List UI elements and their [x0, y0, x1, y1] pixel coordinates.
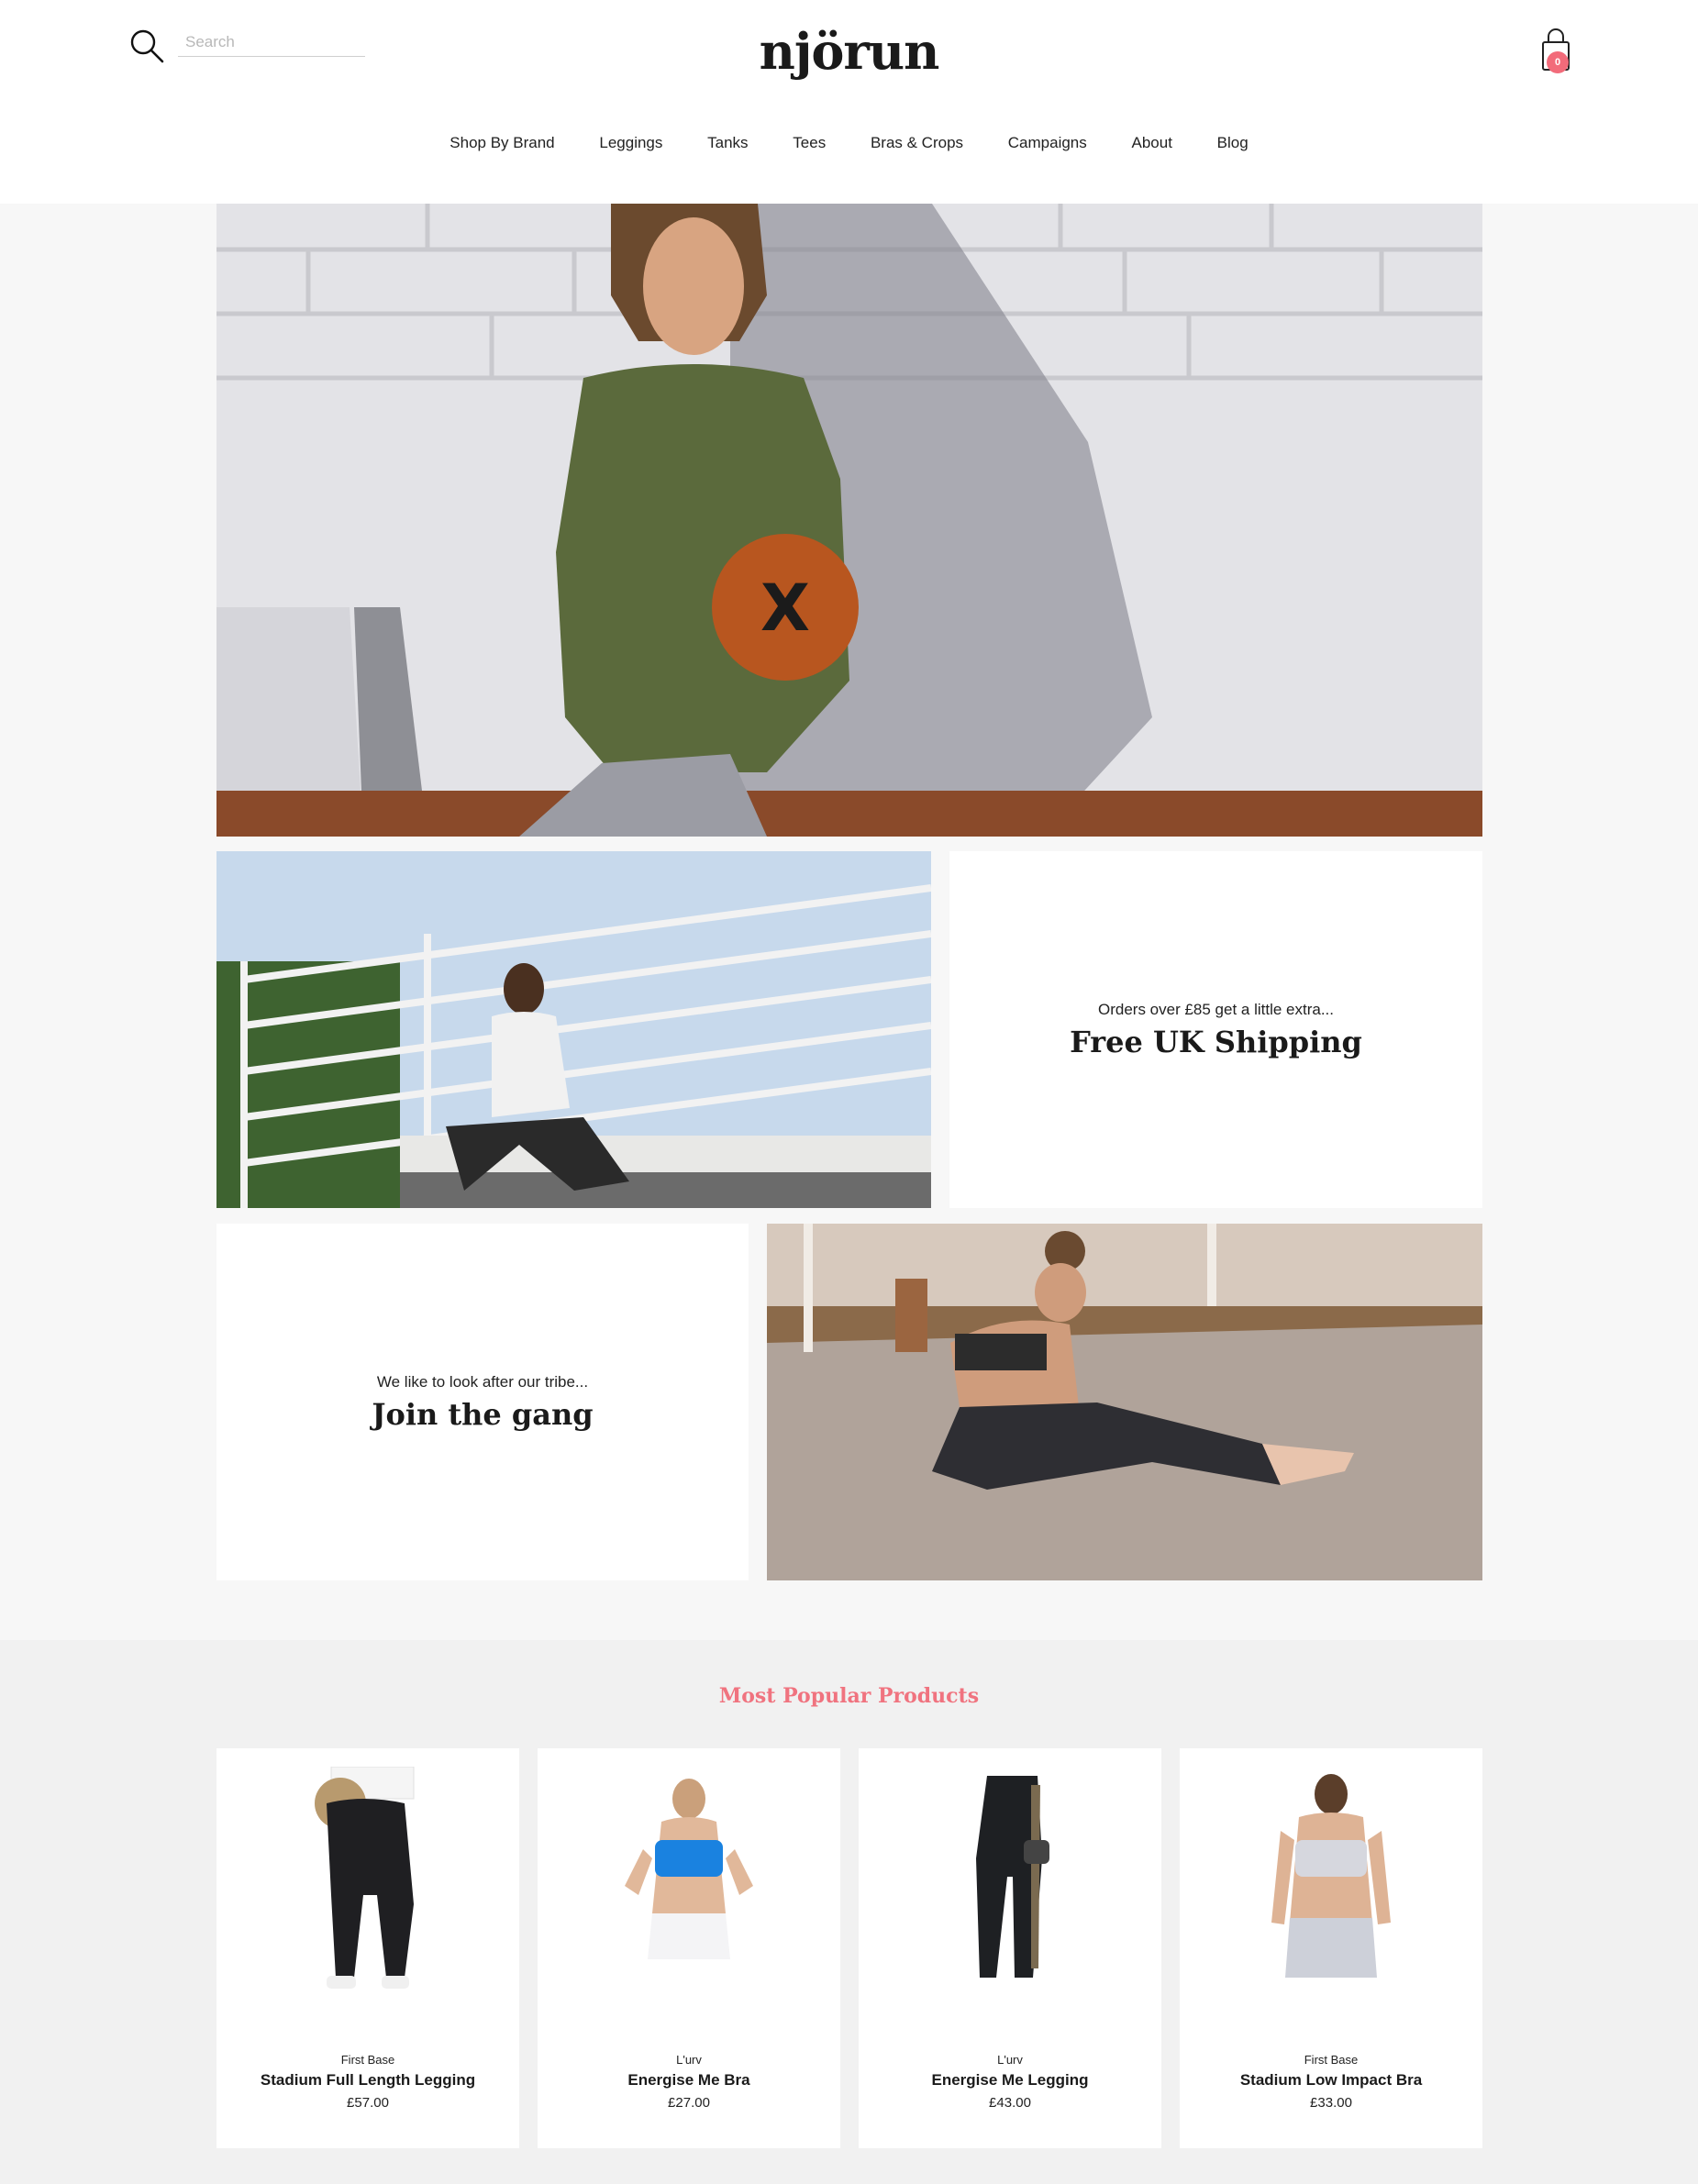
- product-card[interactable]: L'urv Energise Me Legging £43.00: [859, 1748, 1161, 2148]
- cart-count-badge[interactable]: 0: [1547, 51, 1569, 73]
- nav-blog[interactable]: Blog: [1217, 134, 1249, 152]
- campaign-photo-railings[interactable]: [216, 851, 931, 1208]
- product-card[interactable]: First Base Stadium Full Length Legging £…: [216, 1748, 519, 2148]
- product-name[interactable]: Energise Me Legging: [859, 2071, 1161, 2090]
- promo-subtitle: We like to look after our tribe...: [376, 1372, 589, 1391]
- nav-tees[interactable]: Tees: [793, 134, 826, 152]
- product-name[interactable]: Stadium Low Impact Bra: [1180, 2071, 1482, 2090]
- svg-text:X: X: [760, 571, 810, 646]
- main-nav: Shop By Brand Leggings Tanks Tees Bras &…: [0, 134, 1698, 152]
- nav-bras-crops[interactable]: Bras & Crops: [871, 134, 963, 152]
- product-image[interactable]: [538, 1767, 840, 2014]
- promo-title: Free UK Shipping: [1070, 1024, 1362, 1059]
- campaign-photo-dancer[interactable]: [767, 1224, 1482, 1580]
- free-shipping-promo[interactable]: Orders over £85 get a little extra... Fr…: [949, 851, 1482, 1208]
- promo-subtitle: Orders over £85 get a little extra...: [1097, 1000, 1334, 1018]
- product-image[interactable]: [859, 1767, 1161, 2014]
- site-logo[interactable]: njörun: [0, 22, 1698, 81]
- site-header: njörun 0 Shop By Brand Leggings Tanks Te…: [0, 0, 1698, 204]
- product-brand: L'urv: [676, 2053, 702, 2067]
- product-image[interactable]: [1180, 1767, 1482, 2014]
- product-card[interactable]: First Base Stadium Low Impact Bra £33.00: [1180, 1748, 1482, 2148]
- product-name[interactable]: Energise Me Bra: [538, 2071, 840, 2090]
- product-price: £27.00: [668, 2095, 710, 2111]
- nav-tanks[interactable]: Tanks: [707, 134, 748, 152]
- nav-leggings[interactable]: Leggings: [599, 134, 662, 152]
- product-price: £33.00: [1310, 2095, 1352, 2111]
- product-brand: First Base: [340, 2053, 395, 2067]
- product-image[interactable]: [216, 1767, 519, 2014]
- product-brand: First Base: [1304, 2053, 1359, 2067]
- product-price: £57.00: [347, 2095, 389, 2111]
- product-brand: L'urv: [997, 2053, 1023, 2067]
- join-gang-promo[interactable]: We like to look after our tribe... Join …: [216, 1224, 749, 1580]
- nav-campaigns[interactable]: Campaigns: [1008, 134, 1087, 152]
- product-name[interactable]: Stadium Full Length Legging: [216, 2071, 519, 2090]
- popular-products-section: Most Popular Products First Base Stadium…: [0, 1640, 1698, 2184]
- hero-campaign-image[interactable]: X: [216, 204, 1482, 837]
- product-price: £43.00: [989, 2095, 1031, 2111]
- promo-title: Join the gang: [372, 1396, 594, 1432]
- nav-shop-by-brand[interactable]: Shop By Brand: [449, 134, 554, 152]
- nav-about[interactable]: About: [1132, 134, 1172, 152]
- section-title: Most Popular Products: [718, 1684, 980, 1708]
- product-card[interactable]: L'urv Energise Me Bra £27.00: [538, 1748, 840, 2148]
